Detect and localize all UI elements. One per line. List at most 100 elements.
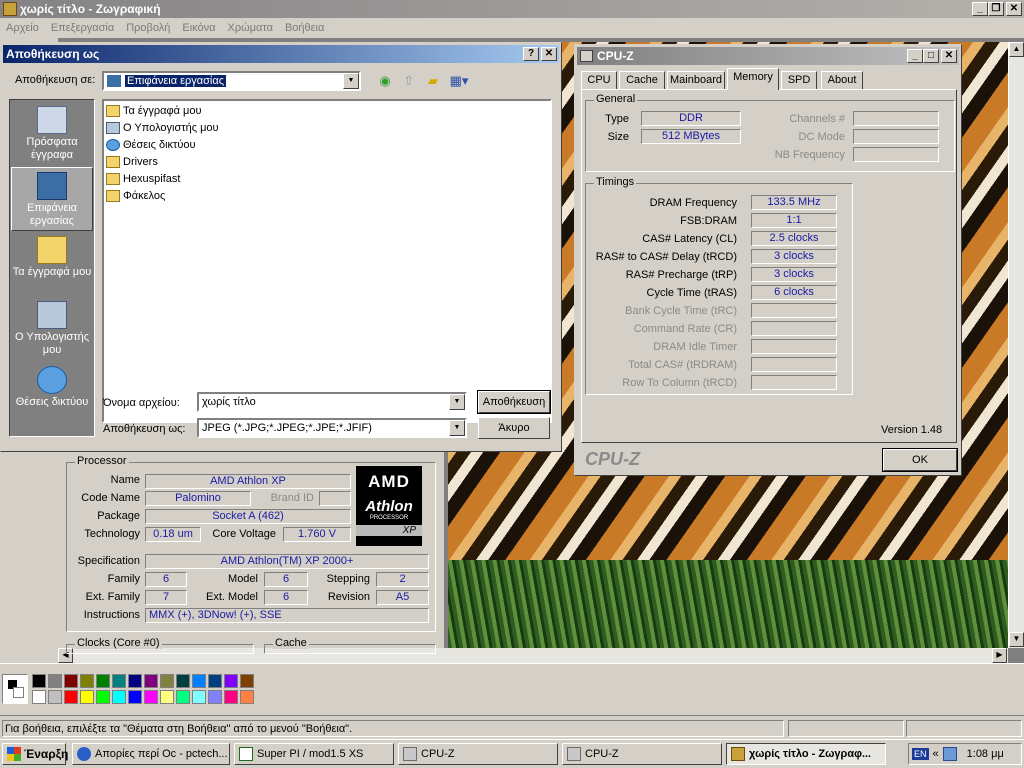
save-button[interactable]: Αποθήκευση [477, 390, 551, 414]
menu-image[interactable]: Εικόνα [176, 22, 221, 34]
cpuz-maximize-button[interactable]: □ [923, 49, 939, 63]
place-recent[interactable]: Πρόσφατα έγγραφα [11, 102, 93, 166]
clock[interactable]: 1:08 μμ [967, 748, 1004, 760]
menu-colors[interactable]: Χρώματα [222, 22, 279, 34]
color-swatch[interactable] [96, 690, 110, 704]
maximize-button[interactable]: ❐ [988, 2, 1004, 16]
task-cpuz-1[interactable]: CPU-Z [398, 743, 558, 765]
color-swatch[interactable] [192, 690, 206, 704]
color-swatch[interactable] [144, 674, 158, 688]
folder-icon [106, 173, 120, 185]
tiger-image-grass [448, 560, 1008, 648]
color-swatch[interactable] [32, 690, 46, 704]
ok-button[interactable]: OK [882, 448, 958, 472]
color-swatch[interactable] [112, 674, 126, 688]
list-item[interactable]: Τα έγγραφά μου [106, 103, 201, 119]
place-network[interactable]: Θέσεις δικτύου [11, 362, 93, 426]
timing-value: 1:1 [751, 213, 837, 228]
color-swatch[interactable] [160, 674, 174, 688]
revision-value: A5 [376, 590, 429, 605]
chevron-down-icon[interactable]: ▼ [343, 73, 359, 89]
place-my-documents[interactable]: Τα έγγραφά μου [11, 232, 93, 296]
save-in-combo[interactable]: Επιφάνεια εργασίας ▼ [102, 71, 361, 91]
place-my-documents-label: Τα έγγραφά μου [12, 266, 92, 278]
color-swatch[interactable] [224, 690, 238, 704]
network-tray-icon[interactable] [942, 747, 957, 761]
filename-value: χωρίς τίτλο [202, 396, 256, 408]
cpuz-brand-text: CPU-Z [585, 449, 640, 469]
filename-input[interactable]: χωρίς τίτλο ▼ [197, 392, 467, 412]
tab-about[interactable]: About [821, 71, 863, 89]
task-cpuz-2[interactable]: CPU-Z [562, 743, 722, 765]
list-item[interactable]: Drivers [106, 154, 158, 170]
color-swatch[interactable] [48, 674, 62, 688]
menu-edit[interactable]: Επεξεργασία [45, 22, 120, 34]
color-swatch[interactable] [144, 690, 158, 704]
tab-memory[interactable]: Memory [727, 68, 779, 90]
language-indicator[interactable]: EN [912, 748, 929, 760]
color-swatch[interactable] [64, 674, 78, 688]
cancel-button[interactable]: Άκυρο [478, 417, 550, 439]
color-swatch[interactable] [176, 674, 190, 688]
color-swatch[interactable] [96, 674, 110, 688]
save-type-value: JPEG (*.JPG;*.JPEG;*.JPE;*.JFIF) [202, 422, 372, 434]
color-swatch[interactable] [192, 674, 206, 688]
paint-vertical-scrollbar[interactable]: ▲ ▼ [1008, 42, 1024, 648]
task-browser[interactable]: Απορίες περί Oc - pctech... [72, 743, 230, 765]
new-folder-icon[interactable]: ▰ [423, 71, 443, 91]
color-swatch[interactable] [48, 690, 62, 704]
color-swatch[interactable] [32, 674, 46, 688]
back-icon[interactable]: ◉ [375, 71, 395, 91]
package-value: Socket A (462) [145, 509, 351, 524]
color-swatch[interactable] [208, 690, 222, 704]
start-button[interactable]: Έναρξη [2, 743, 68, 765]
dialog-close-button[interactable]: ✕ [541, 47, 557, 61]
scroll-right-icon[interactable]: ▶ [992, 648, 1007, 663]
place-my-computer[interactable]: Ο Υπολογιστής μου [11, 297, 93, 361]
color-swatch[interactable] [80, 674, 94, 688]
menu-view[interactable]: Προβολή [120, 22, 176, 34]
color-swatch[interactable] [128, 674, 142, 688]
up-folder-icon[interactable]: ⇧ [399, 71, 419, 91]
file-list[interactable]: Τα έγγραφά μου Ο Υπολογιστής μου Θέσεις … [102, 99, 552, 423]
view-menu-icon[interactable]: ▦▾ [447, 71, 471, 91]
tab-cpu[interactable]: CPU [581, 71, 617, 89]
voltage-value: 1.760 V [283, 527, 351, 542]
color-swatch[interactable] [160, 690, 174, 704]
color-swatch[interactable] [128, 690, 142, 704]
list-item[interactable]: Ο Υπολογιστής μου [106, 120, 219, 136]
close-button[interactable]: ✕ [1006, 2, 1022, 16]
desktop-icon [107, 75, 121, 88]
cpuz-close-button[interactable]: ✕ [941, 49, 957, 63]
show-hidden-icons-icon[interactable]: « [933, 748, 939, 760]
scroll-up-icon[interactable]: ▲ [1009, 42, 1024, 57]
color-swatch[interactable] [64, 690, 78, 704]
list-item[interactable]: Θέσεις δικτύου [106, 137, 196, 153]
color-swatch[interactable] [208, 674, 222, 688]
list-item[interactable]: Φάκελος [106, 188, 165, 204]
minimize-button[interactable]: _ [972, 2, 988, 16]
chevron-down-icon[interactable]: ▼ [449, 420, 465, 436]
color-swatch[interactable] [240, 674, 254, 688]
color-swatch[interactable] [112, 690, 126, 704]
color-swatch[interactable] [224, 674, 238, 688]
color-swatch[interactable] [80, 690, 94, 704]
help-button[interactable]: ? [523, 47, 539, 61]
color-swatch[interactable] [240, 690, 254, 704]
save-in-label: Αποθήκευση σε: [15, 74, 96, 86]
list-item[interactable]: Hexuspifast [106, 171, 180, 187]
cpuz-minimize-button[interactable]: _ [907, 49, 923, 63]
tab-cache[interactable]: Cache [619, 71, 665, 89]
task-superpi[interactable]: Super PI / mod1.5 XS [234, 743, 394, 765]
menu-file[interactable]: Αρχείο [0, 22, 45, 34]
chevron-down-icon[interactable]: ▼ [449, 394, 465, 410]
tab-spd[interactable]: SPD [781, 71, 817, 89]
save-type-select[interactable]: JPEG (*.JPG;*.JPEG;*.JPE;*.JFIF) ▼ [197, 418, 467, 438]
voltage-label: Core Voltage [212, 528, 276, 540]
scroll-down-icon[interactable]: ▼ [1009, 632, 1024, 647]
task-paint[interactable]: χωρίς τίτλο - Ζωγραφ... [726, 743, 886, 765]
color-swatch[interactable] [176, 690, 190, 704]
menu-help[interactable]: Βοήθεια [279, 22, 330, 34]
place-desktop[interactable]: Επιφάνεια εργασίας [11, 167, 93, 231]
tab-mainboard[interactable]: Mainboard [667, 71, 725, 89]
